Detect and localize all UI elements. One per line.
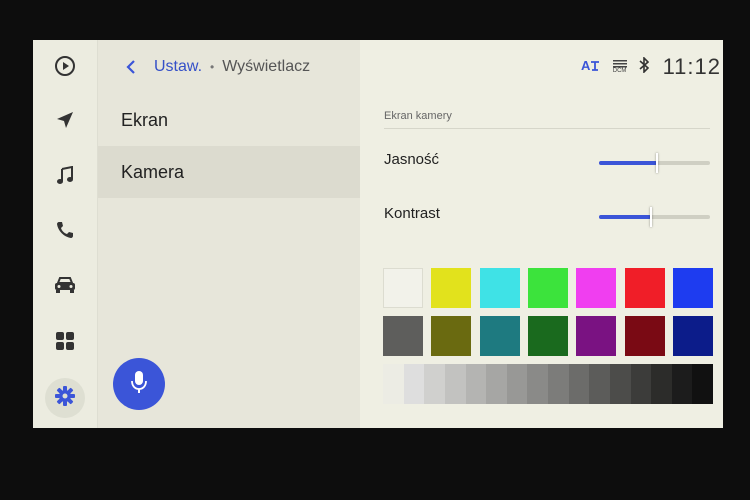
music-note-icon bbox=[55, 165, 75, 191]
grayscale-step-3 bbox=[424, 364, 445, 404]
color-swatch-dark-2 bbox=[431, 316, 472, 356]
svg-text:A: A bbox=[581, 58, 591, 73]
sidebar-item-apps[interactable] bbox=[45, 323, 85, 363]
grayscale-step-2 bbox=[403, 364, 425, 404]
color-swatch-dark-6 bbox=[624, 316, 665, 356]
contrast-slider-thumb[interactable] bbox=[650, 207, 653, 227]
breadcrumb-separator: • bbox=[210, 60, 215, 74]
grayscale-step-9 bbox=[548, 364, 569, 404]
color-swatch-bright-6 bbox=[624, 268, 665, 308]
status-bar: A DCM 11:12 bbox=[581, 54, 723, 80]
grayscale-step-6 bbox=[486, 364, 507, 404]
sidebar-item-music[interactable] bbox=[45, 158, 85, 198]
grayscale-step-4 bbox=[444, 364, 466, 404]
infotainment-screen: Ustaw. • Wyświetlacz Ekran Kamera A DCM bbox=[33, 40, 723, 428]
color-swatch-dark-7 bbox=[672, 316, 713, 356]
clock: 11:12 bbox=[662, 54, 721, 79]
color-swatch-dark-4 bbox=[527, 316, 568, 356]
color-swatch-bright-5 bbox=[576, 268, 617, 308]
sidebar-item-navigation[interactable] bbox=[45, 102, 85, 142]
settings-gear-icon bbox=[54, 385, 76, 412]
color-swatch-row-dark bbox=[383, 316, 713, 356]
microphone-icon bbox=[131, 370, 147, 399]
dcm-icon: DCM bbox=[612, 59, 627, 75]
menu-item-ekran[interactable]: Ekran bbox=[98, 94, 360, 146]
breadcrumb-current: Wyświetlacz bbox=[222, 58, 311, 75]
color-swatch-row-bright bbox=[383, 268, 713, 308]
camera-settings-panel: A DCM 11:12 Ekran kamery Jasność Kontras… bbox=[360, 40, 723, 428]
voice-assistant-button[interactable] bbox=[113, 358, 165, 410]
grayscale-step-1 bbox=[383, 364, 404, 404]
settings-list-panel: Ustaw. • Wyświetlacz Ekran Kamera bbox=[98, 40, 360, 428]
sidebar-item-vehicle[interactable] bbox=[45, 267, 85, 307]
grayscale-step-12 bbox=[609, 364, 631, 404]
grayscale-strip bbox=[383, 364, 713, 404]
section-title: Ekran kamery bbox=[384, 110, 452, 122]
color-swatch-bright-2 bbox=[431, 268, 472, 308]
color-swatch-dark-1 bbox=[383, 316, 423, 356]
bluetooth-icon bbox=[639, 55, 649, 78]
brightness-label: Jasność bbox=[384, 151, 440, 168]
sidebar-item-media[interactable] bbox=[45, 48, 85, 88]
sidebar-rail bbox=[33, 40, 98, 428]
grayscale-step-7 bbox=[506, 364, 528, 404]
brightness-slider[interactable] bbox=[599, 153, 710, 173]
grayscale-step-5 bbox=[465, 364, 487, 404]
grayscale-step-14 bbox=[651, 364, 672, 404]
back-chevron-icon[interactable] bbox=[126, 60, 148, 74]
sidebar-item-settings[interactable] bbox=[45, 378, 85, 418]
menu-item-kamera[interactable]: Kamera bbox=[98, 146, 360, 198]
grayscale-step-8 bbox=[527, 364, 548, 404]
color-swatch-dark-3 bbox=[479, 316, 520, 356]
play-icon bbox=[54, 55, 76, 82]
car-icon bbox=[53, 275, 77, 300]
navigation-arrow-icon bbox=[55, 110, 75, 135]
section-divider bbox=[384, 128, 710, 129]
breadcrumb: Ustaw. • Wyświetlacz bbox=[126, 54, 310, 80]
color-swatch-bright-4 bbox=[527, 268, 568, 308]
sidebar-item-phone[interactable] bbox=[45, 212, 85, 252]
grayscale-step-10 bbox=[568, 364, 590, 404]
grayscale-step-15 bbox=[671, 364, 693, 404]
color-swatch-bright-7 bbox=[672, 268, 713, 308]
test-pattern bbox=[383, 268, 713, 404]
menu-item-label: Kamera bbox=[121, 161, 185, 182]
apps-grid-icon bbox=[55, 331, 75, 356]
color-swatch-bright-3 bbox=[479, 268, 520, 308]
menu-item-label: Ekran bbox=[121, 109, 169, 130]
auto-translate-icon: A bbox=[581, 57, 601, 78]
breadcrumb-parent-link[interactable]: Ustaw. bbox=[154, 58, 202, 76]
color-swatch-bright-1 bbox=[383, 268, 423, 308]
grayscale-step-16 bbox=[692, 364, 713, 404]
contrast-slider[interactable] bbox=[599, 207, 710, 227]
grayscale-step-13 bbox=[630, 364, 652, 404]
dcm-label: DCM bbox=[612, 67, 627, 74]
brightness-slider-thumb[interactable] bbox=[655, 153, 658, 173]
contrast-label: Kontrast bbox=[384, 205, 440, 222]
phone-icon bbox=[55, 220, 75, 245]
contrast-slider-fill bbox=[599, 215, 652, 219]
brightness-slider-fill bbox=[599, 161, 657, 165]
grayscale-step-11 bbox=[589, 364, 610, 404]
color-swatch-dark-5 bbox=[576, 316, 617, 356]
